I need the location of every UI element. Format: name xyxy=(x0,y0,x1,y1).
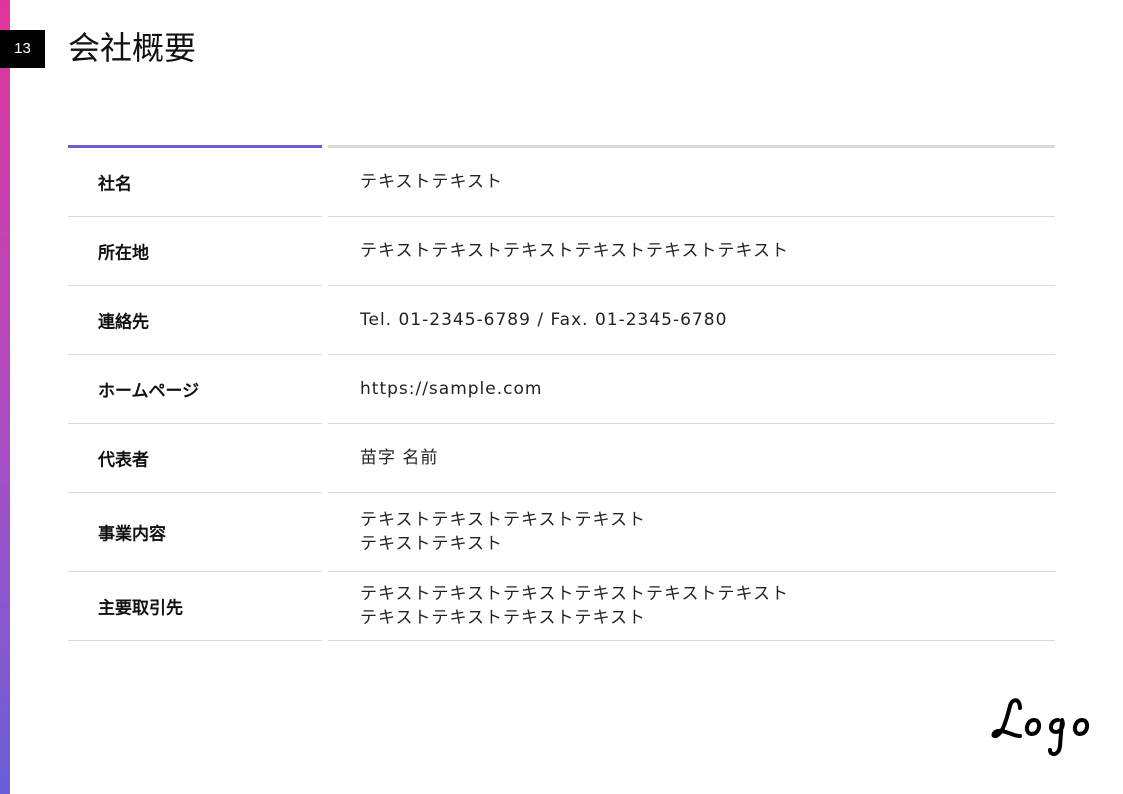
row-value-line: テキストテキスト xyxy=(360,172,503,192)
row-value-line: Tel. 01-2345-6789 / Fax. 01-2345-6780 xyxy=(360,310,728,330)
page-number: 13 xyxy=(0,30,45,68)
row-value-line: テキストテキスト xyxy=(360,534,503,554)
accent-bar xyxy=(0,0,10,794)
company-info-table: 社名 テキストテキスト 所在地 テキストテキストテキストテキストテキストテキスト… xyxy=(68,145,1055,641)
table-row-address: 所在地 テキストテキストテキストテキストテキストテキスト xyxy=(68,217,1055,286)
row-value-line: テキストテキストテキストテキストテキストテキスト xyxy=(360,241,789,261)
row-value: テキストテキスト xyxy=(360,170,503,194)
table-row-homepage: ホームページ https://sample.com xyxy=(68,355,1055,424)
row-value-line: テキストテキストテキストテキスト xyxy=(360,608,646,628)
row-value: テキストテキストテキストテキスト テキストテキスト xyxy=(360,508,646,556)
row-value: Tel. 01-2345-6789 / Fax. 01-2345-6780 xyxy=(360,308,727,332)
row-value: テキストテキストテキストテキストテキストテキスト テキストテキストテキストテキス… xyxy=(360,582,789,630)
row-label: 主要取引先 xyxy=(98,598,183,619)
row-label: ホームページ xyxy=(98,381,200,402)
row-label: 代表者 xyxy=(98,450,149,471)
row-value-line: テキストテキストテキストテキスト xyxy=(360,510,646,530)
table-row-representative: 代表者 苗字 名前 xyxy=(68,424,1055,493)
row-label: 社名 xyxy=(98,174,132,195)
table-row-company-name: 社名 テキストテキスト xyxy=(68,148,1055,217)
row-label: 事業内容 xyxy=(98,524,166,545)
row-value-line: テキストテキストテキストテキストテキストテキスト xyxy=(360,584,789,604)
row-value-link[interactable]: https://sample.com xyxy=(360,377,542,401)
row-label: 所在地 xyxy=(98,243,149,264)
row-value: テキストテキストテキストテキストテキストテキスト xyxy=(360,239,789,263)
row-value: 苗字 名前 xyxy=(360,446,438,470)
logo-wordmark xyxy=(991,698,1089,757)
page-title: 会社概要 xyxy=(68,29,197,67)
table-row-business: 事業内容 テキストテキストテキストテキスト テキストテキスト xyxy=(68,493,1055,572)
table-row-clients: 主要取引先 テキストテキストテキストテキストテキストテキスト テキストテキストテ… xyxy=(68,572,1055,641)
table-row-contact: 連絡先 Tel. 01-2345-6789 / Fax. 01-2345-678… xyxy=(68,286,1055,355)
row-value: https://sample.com xyxy=(360,377,542,401)
row-label: 連絡先 xyxy=(98,312,149,333)
row-value-line: 苗字 名前 xyxy=(360,448,439,468)
